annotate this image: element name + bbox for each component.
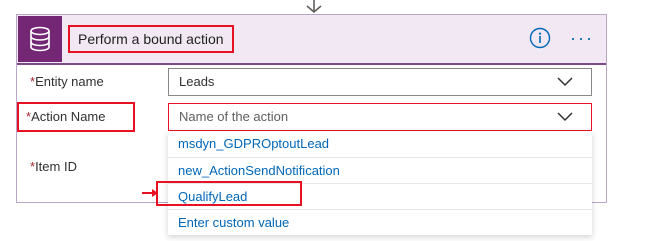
entity-name-select[interactable]: Leads — [168, 68, 592, 96]
chevron-down-icon[interactable] — [557, 112, 573, 122]
info-icon[interactable] — [529, 27, 551, 49]
connector-arrow-icon — [306, 0, 322, 14]
action-name-label-text: Action Name — [31, 109, 106, 124]
entity-name-value: Leads — [179, 74, 215, 89]
card-title[interactable]: Perform a bound action — [68, 25, 234, 53]
action-name-select[interactable]: Name of the action — [168, 103, 592, 131]
dropdown-option[interactable]: new_ActionSendNotification — [168, 157, 592, 183]
action-name-placeholder: Name of the action — [179, 109, 289, 124]
highlight-box — [156, 181, 302, 206]
action-name-label: *Action Name — [17, 102, 135, 132]
entity-name-label: *Entity name — [30, 74, 104, 89]
chevron-down-icon[interactable] — [557, 77, 573, 87]
entity-name-label-text: Entity name — [35, 74, 104, 89]
dropdown-option-custom[interactable]: Enter custom value — [168, 209, 592, 235]
arrow-right-icon — [142, 189, 158, 197]
card-header[interactable]: Perform a bound action ··· — [17, 15, 606, 65]
item-id-label-text: Item ID — [35, 159, 77, 174]
more-options-icon[interactable]: ··· — [570, 29, 594, 47]
dropdown-option[interactable]: msdyn_GDPROptoutLead — [168, 131, 592, 157]
item-id-label: *Item ID — [30, 159, 77, 174]
database-icon — [18, 16, 62, 62]
